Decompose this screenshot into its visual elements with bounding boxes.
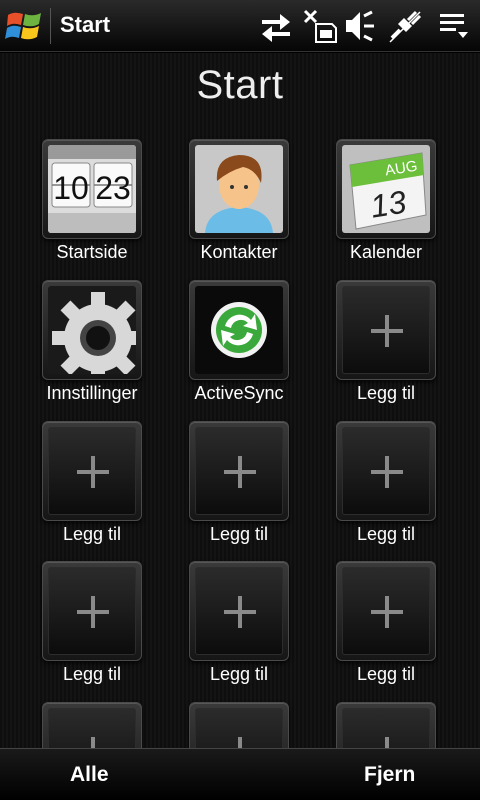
tile-label: ActiveSync: [194, 383, 284, 403]
softkey-alle[interactable]: Alle: [70, 763, 109, 787]
app-title: Start: [60, 12, 111, 37]
start-screen: Start 10 23 Startside Kontakter AUG 13 K…: [0, 53, 480, 748]
tile-add[interactable]: [336, 421, 436, 521]
usb-plug-icon[interactable]: [386, 8, 422, 44]
softkey-fjern[interactable]: Fjern: [364, 763, 415, 787]
tile-add[interactable]: [189, 421, 289, 521]
gear-icon: [48, 286, 136, 374]
tile-add[interactable]: [336, 280, 436, 380]
no-sim-icon[interactable]: [302, 8, 338, 44]
title-bar: Start: [0, 0, 480, 52]
tile-kontakter[interactable]: [189, 139, 289, 239]
tile-startside[interactable]: 10 23: [42, 139, 142, 239]
plus-icon: [371, 456, 403, 488]
title-separator: [50, 8, 51, 44]
tile-label: Kalender: [349, 242, 423, 262]
tile-label: Legg til: [62, 664, 122, 684]
tile-label: Legg til: [62, 524, 122, 544]
tile-add[interactable]: [336, 561, 436, 661]
tile-kalender[interactable]: AUG 13: [336, 139, 436, 239]
calendar-icon: AUG 13: [342, 145, 430, 233]
tile-activesync[interactable]: [189, 280, 289, 380]
tile-label: Legg til: [209, 664, 269, 684]
tile-label: Innstillinger: [46, 383, 138, 403]
activesync-icon: [195, 286, 283, 374]
tile-label: Legg til: [209, 524, 269, 544]
softkey-bar: Alle Fjern: [0, 748, 480, 800]
plus-icon: [224, 737, 256, 748]
tile-add[interactable]: [189, 561, 289, 661]
tile-label: Legg til: [356, 664, 416, 684]
menu-icon[interactable]: [436, 8, 472, 44]
plus-icon: [371, 737, 403, 748]
plus-icon: [224, 596, 256, 628]
tile-label: Legg til: [356, 524, 416, 544]
plus-icon: [371, 315, 403, 347]
tile-label: Kontakter: [200, 242, 278, 262]
windows-start-icon[interactable]: [4, 5, 46, 47]
plus-icon: [77, 737, 109, 748]
tile-add[interactable]: [336, 702, 436, 748]
sync-arrows-icon[interactable]: [258, 8, 294, 44]
plus-icon: [77, 456, 109, 488]
tile-add[interactable]: [42, 561, 142, 661]
tile-add[interactable]: [42, 702, 142, 748]
page-title: Start: [196, 63, 284, 107]
tile-add[interactable]: [189, 702, 289, 748]
contact-person-icon: [195, 145, 283, 233]
plus-icon: [224, 456, 256, 488]
clock-flip-icon: 10 23: [48, 145, 136, 233]
plus-icon: [371, 596, 403, 628]
tile-add[interactable]: [42, 421, 142, 521]
tile-label: Legg til: [356, 383, 416, 403]
tile-label: Startside: [56, 242, 128, 262]
calendar-day: 13: [368, 184, 409, 225]
plus-icon: [77, 596, 109, 628]
volume-off-icon[interactable]: [342, 8, 378, 44]
clock-hours: 10: [53, 170, 89, 206]
clock-minutes: 23: [95, 170, 131, 206]
tile-innstillinger[interactable]: [42, 280, 142, 380]
